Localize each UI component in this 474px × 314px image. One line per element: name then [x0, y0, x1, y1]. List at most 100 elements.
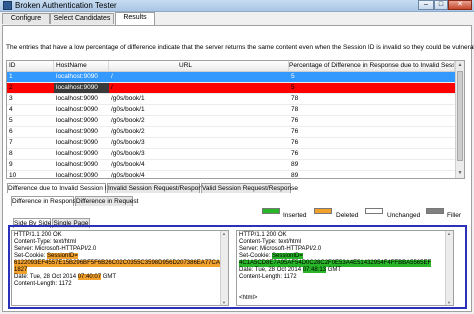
- cell-hostname: localhost:9090: [56, 128, 98, 135]
- tab-valid-session-request-response[interactable]: Valid Session Request/Response: [201, 183, 298, 193]
- left-deleted-session-value: 6122093EF4557E15B296BF5F6B26C02C0355C359…: [14, 260, 220, 267]
- right-scroll-up-icon[interactable]: ▲: [446, 231, 452, 236]
- left-line-3: Server: Microsoft-HTTPAPI/2.0: [14, 246, 97, 252]
- left-set-cookie-label: Set-Cookie:: [14, 253, 48, 259]
- table-row[interactable]: 9 localhost:9090/g0s/book/4 89: [7, 160, 464, 171]
- cell-id: 4: [9, 106, 13, 113]
- cell-percentage: 76: [291, 139, 299, 146]
- table-row[interactable]: 4 localhost:9090/g0s/book/1 78: [7, 105, 464, 116]
- right-inserted-time: 07:48:13: [302, 267, 327, 273]
- legend-label-inserted: Inserted: [283, 212, 307, 219]
- legend-label-filler: Filler: [447, 212, 462, 219]
- tab-difference-in-responses[interactable]: Difference in Responses: [11, 196, 83, 206]
- right-date-tz: GMT: [326, 267, 342, 273]
- cell-url: /g0s/book/3: [111, 150, 145, 157]
- cell-url: /g0s/book/1: [111, 106, 145, 113]
- close-button[interactable]: ✕: [448, 0, 472, 10]
- cell-percentage: 78: [291, 95, 299, 102]
- left-response-pane[interactable]: HTTP/1.1 200 OK Content-Type: text/html …: [11, 230, 229, 306]
- tab-results[interactable]: Results: [115, 12, 155, 25]
- table-row[interactable]: 5 localhost:9090/g0s/book/2 76: [7, 116, 464, 127]
- cell-id: 2: [9, 84, 13, 91]
- scrollbar-thumb[interactable]: [457, 71, 463, 161]
- cell-url: /g0s/book/1: [111, 95, 145, 102]
- left-date-label: Date: Tue, 28 Oct 2014: [14, 274, 78, 280]
- table-row[interactable]: 3 localhost:9090/g0s/book/1 78: [7, 94, 464, 105]
- right-line-date: Date: Tue, 28 Oct 2014 07:48:13 GMT: [239, 267, 341, 274]
- col-header-url[interactable]: URL: [109, 61, 289, 71]
- left-line-2: Content-Type: text/html: [14, 239, 77, 245]
- cell-hostname: localhost:9090: [56, 172, 98, 179]
- right-line-4: Set-Cookie: SessionID=: [239, 253, 303, 260]
- legend-swatch-inserted: [262, 208, 280, 214]
- cell-url: /g0s/book/2: [111, 117, 145, 124]
- cell-id: 10: [9, 172, 17, 179]
- app-window: Broken Authentication Tester – □ ✕ Confi…: [0, 0, 474, 314]
- cell-hostname: localhost:9090: [56, 95, 98, 102]
- cell-id: 6: [9, 128, 13, 135]
- col-header-percentage[interactable]: Percentage of Difference in Response due…: [289, 61, 455, 71]
- right-response-pane[interactable]: HTTP/1.1 200 OK Content-Type: text/html …: [236, 230, 454, 306]
- tab-difference-invalid-session[interactable]: Difference due to Invalid Session ID: [7, 183, 111, 193]
- left-line-date: Date: Tue, 28 Oct 2014 07:40:07 GMT: [14, 274, 116, 281]
- cell-hostname: localhost:9090: [56, 161, 98, 168]
- minimize-button[interactable]: –: [418, 0, 434, 10]
- tab-select-candidates[interactable]: Select Candidates: [50, 13, 114, 24]
- cell-percentage: 76: [291, 150, 299, 157]
- right-line-content-length: Content-Length: 1172: [239, 274, 297, 280]
- tab-configure[interactable]: Configure: [2, 13, 50, 24]
- col-header-hostname[interactable]: HostName: [54, 61, 109, 71]
- table-row[interactable]: 8 localhost:9090/g0s/book/3 76: [7, 149, 464, 160]
- scroll-down-icon[interactable]: ▼: [456, 169, 464, 178]
- cell-id: 9: [9, 161, 13, 168]
- table-row[interactable]: 7 localhost:9090/g0s/book/3 76: [7, 138, 464, 149]
- scroll-up-icon[interactable]: ▲: [456, 61, 464, 70]
- grid-vertical-scrollbar[interactable]: ▲ ▼: [455, 61, 464, 178]
- cell-id: 8: [9, 150, 13, 157]
- tab-invalid-session-request-response[interactable]: Invalid Session Request/Response: [107, 183, 209, 193]
- left-scroll-down-icon[interactable]: ▼: [221, 300, 227, 305]
- left-line-4: Set-Cookie: SessionID=: [14, 253, 78, 260]
- right-inserted-session-value: 4C1A5CD8E7A95AF54D0C28C2F0E53A4E51432954…: [239, 260, 432, 267]
- maximize-button[interactable]: □: [434, 0, 448, 10]
- right-line-2: Content-Type: text/html: [239, 239, 302, 245]
- cell-percentage: 5: [291, 73, 295, 80]
- cell-hostname: localhost:9090: [56, 73, 98, 80]
- col-header-id[interactable]: ID: [7, 61, 54, 71]
- cell-url: /g0s/book/2: [111, 128, 145, 135]
- cell-id: 7: [9, 139, 13, 146]
- right-line-html: <html>: [239, 295, 258, 301]
- cell-id: 1: [9, 73, 13, 80]
- cell-percentage: 89: [291, 172, 299, 179]
- table-row[interactable]: 10 localhost:9090/g0s/book/4 89: [7, 171, 464, 179]
- left-line-1: HTTP/1.1 200 OK: [14, 232, 62, 238]
- info-text: The entries that have a low percentage o…: [6, 44, 474, 51]
- cell-hostname: localhost:9090: [56, 150, 98, 157]
- cell-hostname: localhost:9090: [56, 106, 98, 113]
- cell-hostname: localhost:9090: [54, 83, 109, 93]
- left-scroll-up-icon[interactable]: ▲: [221, 231, 227, 236]
- right-scroll-down-icon[interactable]: ▼: [446, 300, 452, 305]
- cell-id: 3: [9, 95, 13, 102]
- cell-percentage: 5: [291, 84, 295, 91]
- right-pane-scrollbar[interactable]: ▲ ▼: [445, 231, 453, 305]
- left-deleted-time: 07:40:07: [77, 274, 102, 280]
- left-deleted-session-label: SessionID=: [47, 253, 78, 259]
- legend-label-deleted: Deleted: [336, 212, 359, 219]
- results-grid: ID HostName URL Percentage of Difference…: [6, 60, 465, 179]
- right-inserted-session-label: SessionID=: [272, 253, 303, 259]
- cell-url: /g0s/book/3: [111, 139, 145, 146]
- left-deleted-session-tail: 1827: [14, 267, 28, 274]
- left-date-tz: GMT: [101, 274, 117, 280]
- cell-url: /g0s/book/4: [111, 161, 145, 168]
- tab-difference-in-request[interactable]: Difference in Request: [75, 196, 138, 206]
- cell-percentage: 76: [291, 117, 299, 124]
- left-pane-scrollbar[interactable]: ▲ ▼: [220, 231, 228, 305]
- legend-swatch-deleted: [314, 208, 332, 214]
- window-title: Broken Authentication Tester: [15, 1, 117, 10]
- table-row[interactable]: 1 localhost:9090 / 5: [7, 72, 464, 83]
- cell-id: 5: [9, 117, 13, 124]
- legend-label-unchanged: Unchanged: [387, 212, 421, 219]
- table-row[interactable]: 6 localhost:9090/g0s/book/2 76: [7, 127, 464, 138]
- table-row[interactable]: 2 localhost:9090/ 5: [7, 83, 464, 94]
